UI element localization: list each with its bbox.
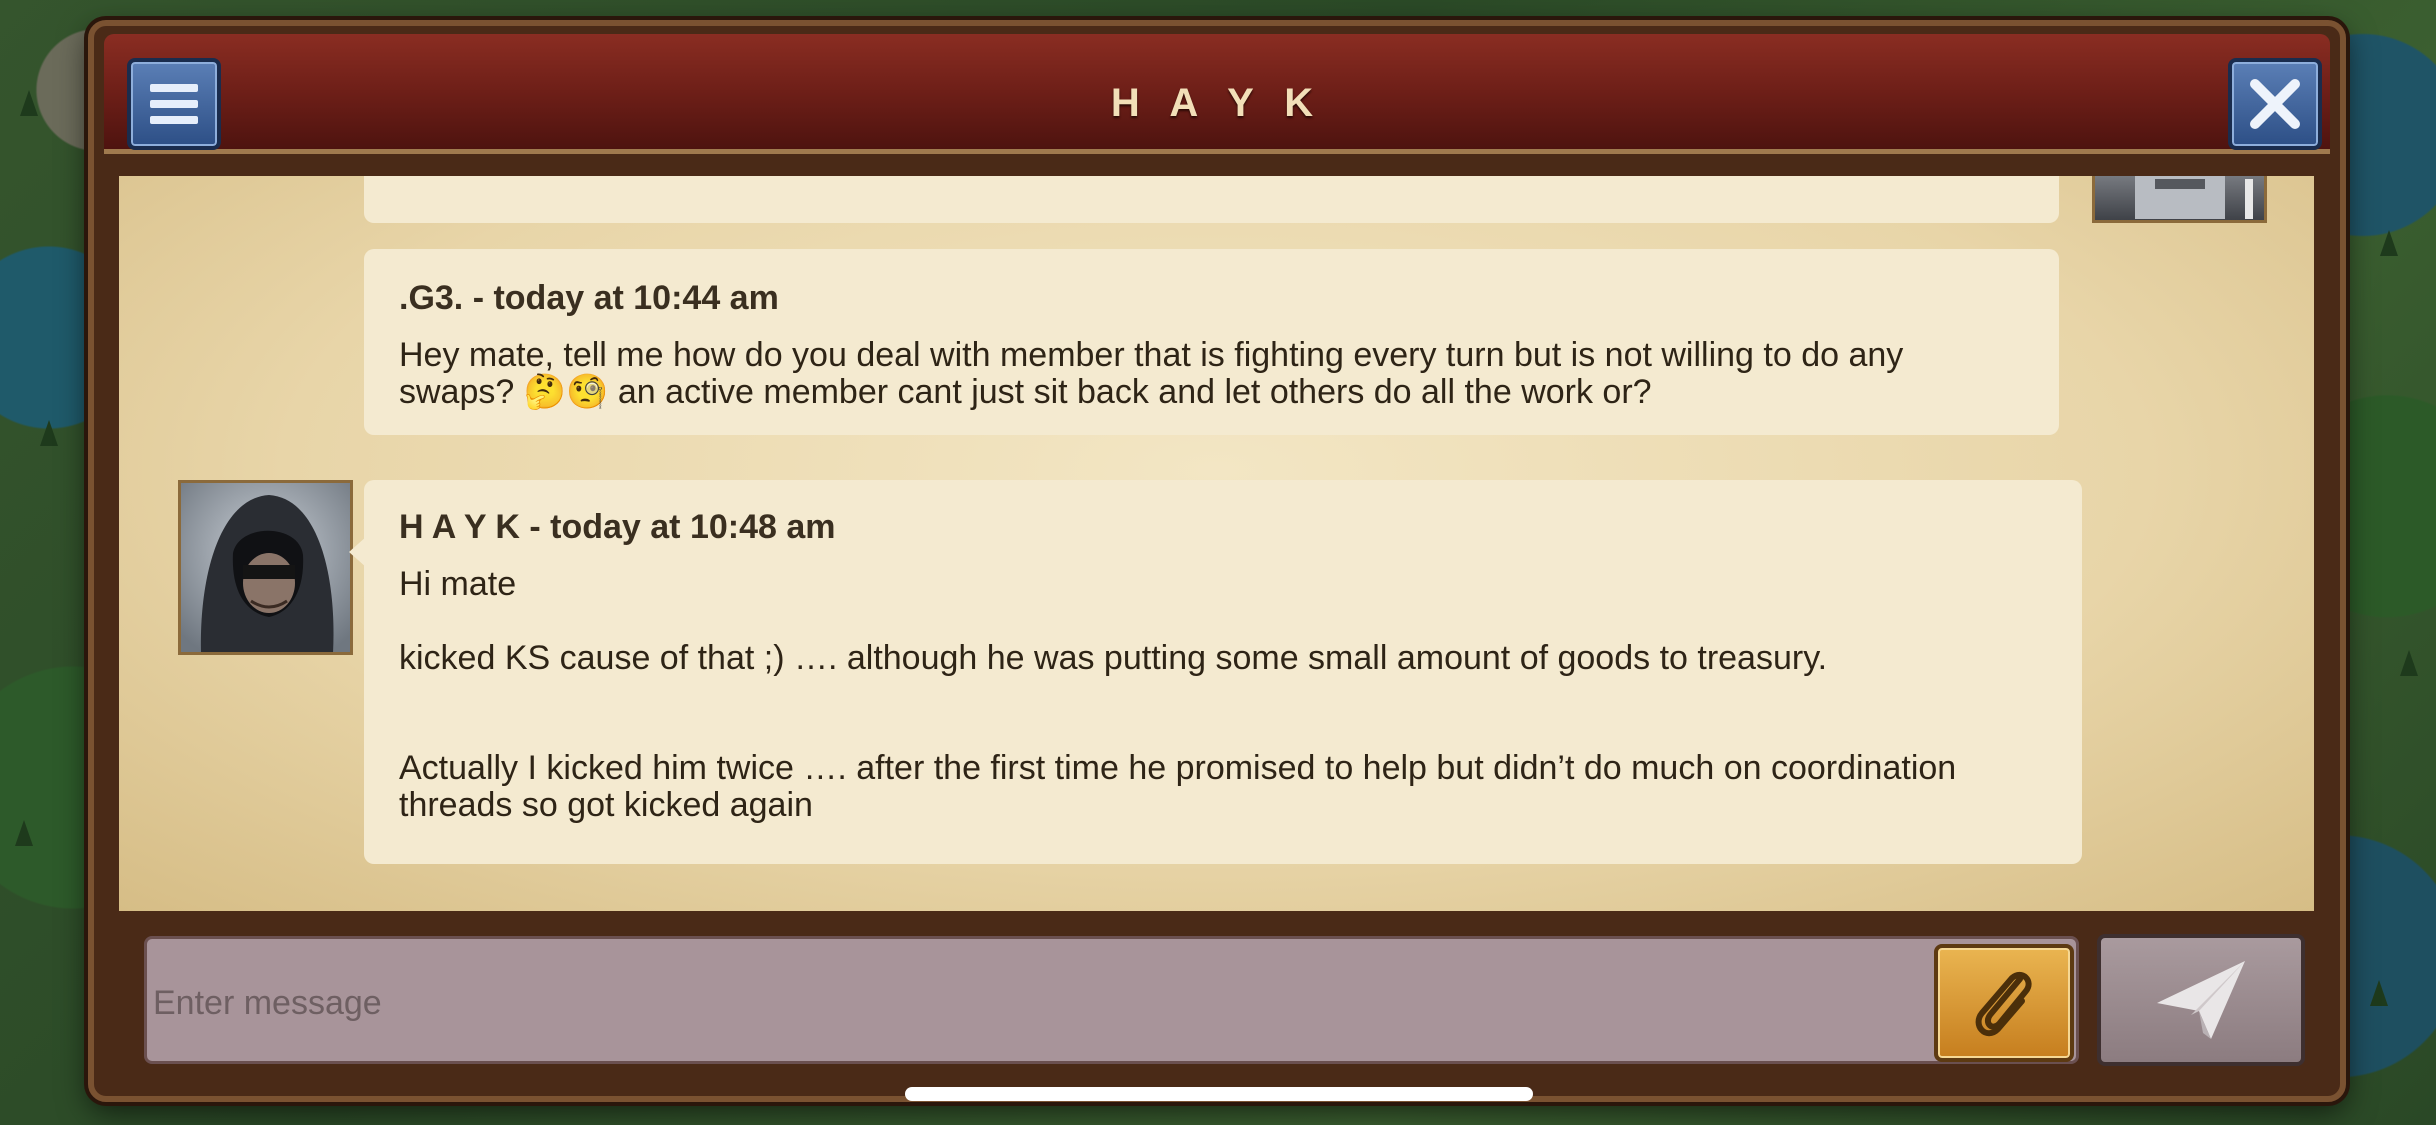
message-list[interactable]: .G3. - today at 10:44 am Hey mate, tell … — [119, 176, 2314, 911]
hooded-figure-avatar-image — [181, 483, 350, 652]
message-author-time: .G3. - today at 10:44 am — [399, 279, 779, 317]
message-bubble: H A Y K - today at 10:48 am Hi mate kick… — [364, 480, 2082, 864]
map-tree — [2380, 230, 2398, 256]
attach-button[interactable] — [1934, 944, 2074, 1062]
send-button[interactable] — [2097, 934, 2305, 1066]
map-tree — [15, 820, 33, 846]
message-paragraph: kicked KS cause of that ;) …. although h… — [399, 639, 1828, 677]
message-bubble-previous — [364, 176, 2059, 223]
composer-bar — [104, 916, 2330, 1094]
message-input[interactable] — [144, 936, 2079, 1064]
close-x-icon — [2250, 79, 2300, 129]
chat-window: H A Y K .G3. - today at 10:44 am Hey mat… — [88, 20, 2346, 1102]
paperclip-icon — [1975, 971, 2032, 1037]
message-author-time: H A Y K - today at 10:48 am — [399, 508, 836, 546]
chat-title: H A Y K — [1110, 81, 1324, 125]
map-tree — [2370, 980, 2388, 1006]
armored-knight-avatar-image — [2135, 176, 2253, 219]
map-tree — [40, 420, 58, 446]
message-paragraph: Actually I kicked him twice …. after the… — [399, 749, 1957, 824]
map-tree — [20, 90, 38, 116]
paper-plane-icon — [2157, 961, 2245, 1039]
close-button[interactable] — [2228, 58, 2322, 150]
title-bar: H A Y K — [104, 34, 2330, 154]
map-tree — [2400, 650, 2418, 676]
home-indicator — [905, 1087, 1533, 1101]
message-paragraph: Hi mate — [399, 565, 517, 603]
message-bubble: .G3. - today at 10:44 am Hey mate, tell … — [364, 249, 2059, 435]
avatar[interactable] — [178, 480, 353, 655]
avatar — [2092, 176, 2267, 223]
message-text: Hey mate, tell me how do you deal with m… — [399, 336, 1904, 411]
